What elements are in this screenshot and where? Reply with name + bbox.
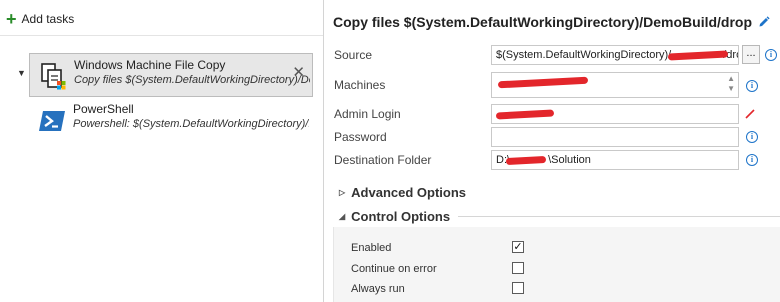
task-description: Powershell: $(System.DefaultWorkingDirec… [73,118,309,130]
file-copy-icon [41,63,66,90]
expanded-arrow-icon: ◢ [339,212,346,221]
redaction-mark [495,109,555,120]
continue-on-error-label: Continue on error [351,263,437,275]
control-options-label: Control Options [351,209,451,224]
password-info-icon[interactable]: i [746,131,758,143]
source-value: $(System.DefaultWorkingDirectory)/ [496,49,672,61]
enabled-label: Enabled [351,242,392,254]
edit-pencil-icon[interactable] [758,16,770,28]
destination-folder-input[interactable]: D:\ \Solution [491,150,739,170]
remove-task-icon[interactable]: ✕ [292,65,305,80]
toolbar-separator [0,35,323,36]
plus-icon: + [6,9,17,29]
advanced-options-label: Advanced Options [351,185,467,200]
admin-login-input[interactable] [491,104,739,124]
expand-caret-icon[interactable]: ▼ [17,68,26,78]
browse-button[interactable]: ... [742,45,760,64]
task-name: PowerShell [73,102,134,116]
password-input[interactable] [491,127,739,147]
destination-folder-label: Destination Folder [334,153,432,167]
edit-pencil-icon[interactable] [744,108,756,120]
machines-input[interactable]: ▲ ▼ [491,72,739,98]
machines-info-icon[interactable]: i [746,80,758,92]
always-run-label: Always run [351,283,405,295]
task-editor-title: Copy files $(System.DefaultWorkingDirect… [333,14,770,30]
task-name: Windows Machine File Copy [74,58,226,72]
redaction-mark [505,155,547,166]
source-info-icon[interactable]: i [765,49,777,61]
destination-info-icon[interactable]: i [746,154,758,166]
admin-login-label: Admin Login [334,107,401,121]
collapsed-arrow-icon: ▷ [339,188,346,197]
add-tasks-label: Add tasks [21,12,75,26]
control-options-toggle[interactable]: ◢ Control Options [339,209,450,224]
task-item-windows-machine-file-copy[interactable]: Windows Machine File Copy Copy files $(S… [29,53,313,97]
task-title-text: Copy files $(System.DefaultWorkingDirect… [333,14,753,30]
enabled-checkbox[interactable]: ✓ [512,241,524,253]
always-run-checkbox[interactable] [512,282,524,294]
source-label: Source [334,48,373,62]
pane-divider[interactable] [323,0,324,302]
password-label: Password [334,130,387,144]
task-item-powershell[interactable]: PowerShell Powershell: $(System.DefaultW… [29,99,313,141]
task-description: Copy files $(System.DefaultWorkingDirect… [74,74,310,86]
destination-suffix: \Solution [548,154,591,166]
source-input[interactable]: $(System.DefaultWorkingDirectory)//drop [491,45,739,65]
continue-on-error-checkbox[interactable] [512,262,524,274]
powershell-icon [39,111,65,131]
add-tasks-button[interactable]: + Add tasks [6,9,74,29]
task-list-pane [0,0,323,302]
redaction-mark [667,50,729,61]
redaction-mark [497,76,589,89]
machines-scroll-arrows[interactable]: ▲ ▼ [727,74,735,94]
machines-label: Machines [334,78,386,92]
section-rule [458,216,780,217]
advanced-options-toggle[interactable]: ▷ Advanced Options [339,185,466,200]
